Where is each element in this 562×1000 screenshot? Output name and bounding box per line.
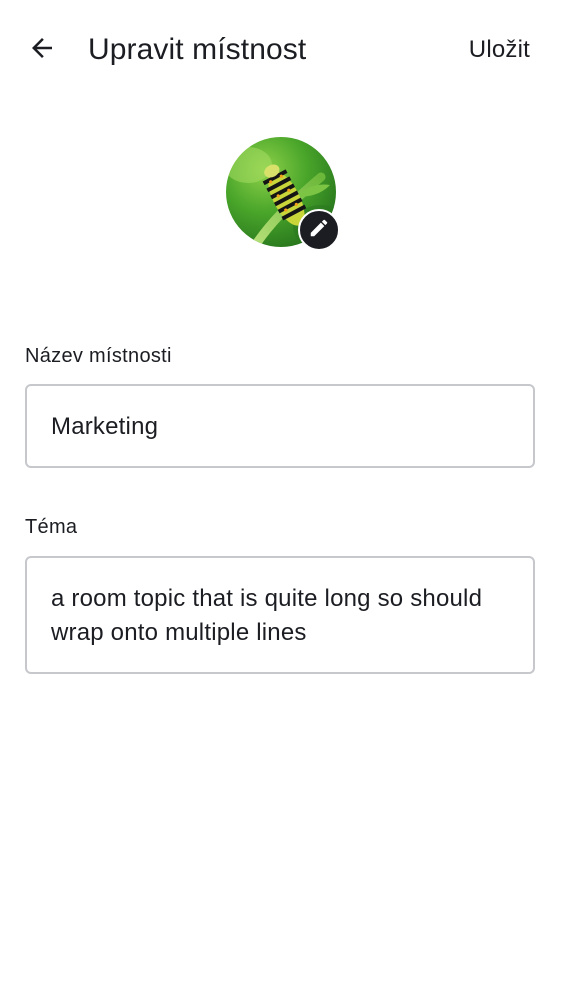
arrow-back-icon [27,33,57,68]
room-avatar-editor [226,137,340,251]
page-title: Upravit místnost [88,33,307,66]
save-button[interactable]: Uložit [469,32,530,68]
room-topic-label: Téma [25,516,78,538]
room-name-value: Marketing [51,413,159,440]
edit-avatar-button[interactable] [298,209,340,251]
edit-room-screen: Upravit místnost Uložit Název místnosti … [0,0,562,1000]
room-name-label: Název místnosti [25,345,172,367]
room-topic-field[interactable]: a room topic that is quite long so shoul… [25,556,535,674]
top-app-bar: Upravit místnost Uložit [0,0,562,100]
pencil-icon [308,217,330,244]
back-button[interactable] [18,26,66,74]
room-topic-value: a room topic that is quite long so shoul… [51,585,483,646]
room-name-field[interactable]: Marketing [25,384,535,468]
